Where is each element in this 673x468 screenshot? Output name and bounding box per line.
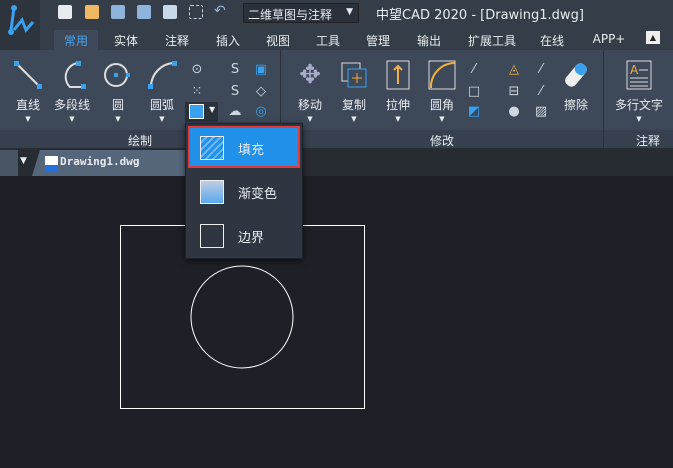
region-icon[interactable]: ◇ — [253, 84, 269, 100]
draw-panel-label: 绘制 — [128, 134, 153, 148]
hatch-icon — [189, 104, 204, 119]
mtext-icon: A — [612, 58, 666, 92]
modify-panel-label: 修改 — [430, 134, 455, 148]
save-as-icon[interactable] — [137, 5, 151, 19]
trim-icon[interactable]: ⁄ — [466, 62, 482, 78]
revision-icon[interactable]: S — [227, 84, 243, 100]
chevron-down-icon: ▼ — [209, 105, 216, 114]
mtext-label: 多行文字 — [614, 98, 663, 112]
document-tab-label: Drawing1.dwg — [60, 155, 140, 168]
dwg-file-icon — [45, 156, 58, 171]
hatch-button[interactable]: ▼ — [185, 102, 218, 122]
fillet-label: 圆角 — [429, 98, 454, 112]
stretch-label: 拉伸 — [385, 98, 410, 112]
save-icon[interactable] — [111, 5, 125, 19]
offset-icon[interactable]: ◬ — [506, 62, 522, 78]
workspace-value: 二维草图与注释 — [248, 8, 333, 22]
hatch-dropdown-menu: 填充 渐变色 边界 — [185, 123, 303, 259]
divider — [603, 50, 604, 148]
tab-output[interactable]: 输出 — [407, 30, 451, 50]
line-label: 直线 — [15, 98, 40, 112]
menu-item-label: 边界 — [238, 231, 265, 246]
cloud-icon[interactable]: ☁ — [227, 104, 243, 120]
workspace-select[interactable]: 二维草图与注释 ▼ — [243, 3, 359, 23]
tab-insert[interactable]: 插入 — [206, 30, 250, 50]
circle-label: 圆 — [111, 98, 124, 112]
erase-label: 擦除 — [563, 98, 588, 112]
menu-item-label: 填充 — [238, 143, 265, 158]
tab-online[interactable]: 在线 — [530, 30, 574, 50]
menu-item-hatch[interactable]: 填充 — [188, 126, 300, 168]
tab-strip-start — [0, 150, 18, 176]
point-icon[interactable]: ⁙ — [189, 84, 205, 100]
tab-extensions[interactable]: 扩展工具 — [462, 30, 522, 50]
app-logo[interactable] — [0, 0, 40, 50]
tab-annotate[interactable]: 注释 — [155, 30, 199, 50]
stretch-icon — [376, 58, 420, 92]
hatch-icon — [200, 136, 224, 160]
minimize-ribbon-button[interactable]: ▲ — [646, 31, 660, 44]
svg-text:A: A — [630, 63, 639, 77]
menu-item-label: 渐变色 — [238, 187, 278, 202]
join-icon[interactable]: ⁄ — [533, 84, 549, 100]
align-icon[interactable]: ⊟ — [506, 84, 522, 100]
tab-manage[interactable]: 管理 — [356, 30, 400, 50]
circle-button[interactable]: 圆 ▼ — [96, 58, 140, 123]
undo-icon[interactable]: ↶ — [214, 3, 226, 19]
move-button[interactable]: ✥ 移动 ▼ — [288, 58, 332, 123]
tab-tools[interactable]: 工具 — [306, 30, 350, 50]
spline-icon[interactable]: S — [227, 62, 243, 78]
annotate-panel-label: 注释 — [636, 134, 661, 148]
move-icon: ✥ — [299, 60, 321, 90]
open-icon[interactable] — [85, 5, 99, 19]
circle-shape[interactable] — [190, 265, 294, 369]
polyline-icon — [50, 58, 94, 92]
zoom-extents-icon[interactable] — [189, 5, 203, 19]
polyline-button[interactable]: 多段线 ▼ — [50, 58, 94, 123]
print-icon[interactable] — [163, 5, 177, 19]
copy-icon — [332, 58, 376, 92]
tab-list-chevron-icon[interactable]: ▼ — [20, 156, 27, 166]
arc-icon — [140, 58, 184, 92]
gradient-icon — [200, 180, 224, 204]
line-icon — [6, 58, 50, 92]
donut-icon[interactable]: ◎ — [253, 104, 269, 120]
rectangle-icon[interactable]: □ — [466, 84, 482, 100]
line-button[interactable]: 直线 ▼ — [6, 58, 50, 123]
boundary-icon — [200, 224, 224, 248]
break-icon[interactable]: ⁄ — [533, 62, 549, 78]
menu-item-gradient[interactable]: 渐变色 — [188, 170, 300, 212]
menu-item-boundary[interactable]: 边界 — [188, 214, 300, 256]
drawing-canvas[interactable] — [0, 176, 673, 468]
wipeout-icon[interactable]: ▣ — [253, 62, 269, 78]
erase-button[interactable]: 擦除 — [554, 58, 598, 113]
tab-app-plus[interactable]: APP+ — [584, 30, 634, 50]
copy-button[interactable]: 复制 ▼ — [332, 58, 376, 123]
tab-solid[interactable]: 实体 — [104, 30, 148, 50]
array-icon[interactable]: ◩ — [466, 104, 482, 120]
move-label: 移动 — [297, 98, 322, 112]
stretch-button[interactable]: 拉伸 ▼ — [376, 58, 420, 123]
panel-labels — [0, 130, 673, 148]
fillet-button[interactable]: 圆角 ▼ — [420, 58, 464, 123]
mtext-button[interactable]: A 多行文字 ▼ — [612, 58, 666, 123]
arc-label: 圆弧 — [149, 98, 174, 112]
circle-icon — [96, 58, 140, 92]
chevron-down-icon: ▼ — [346, 7, 353, 17]
app-title: 中望CAD 2020 - [Drawing1.dwg] — [376, 8, 584, 23]
copy-label: 复制 — [341, 98, 366, 112]
tab-home[interactable]: 常用 — [54, 30, 98, 50]
new-icon[interactable] — [58, 5, 72, 19]
fillet-icon — [420, 58, 464, 92]
eraser-icon — [554, 58, 598, 92]
tab-view[interactable]: 视图 — [256, 30, 300, 50]
point-circle-icon[interactable]: ⊙ — [189, 62, 205, 78]
polyline-label: 多段线 — [53, 98, 90, 112]
edit-hatch-icon[interactable]: ▨ — [533, 104, 549, 120]
explode-icon[interactable]: ● — [506, 104, 522, 120]
arc-button[interactable]: 圆弧 ▼ — [140, 58, 184, 123]
